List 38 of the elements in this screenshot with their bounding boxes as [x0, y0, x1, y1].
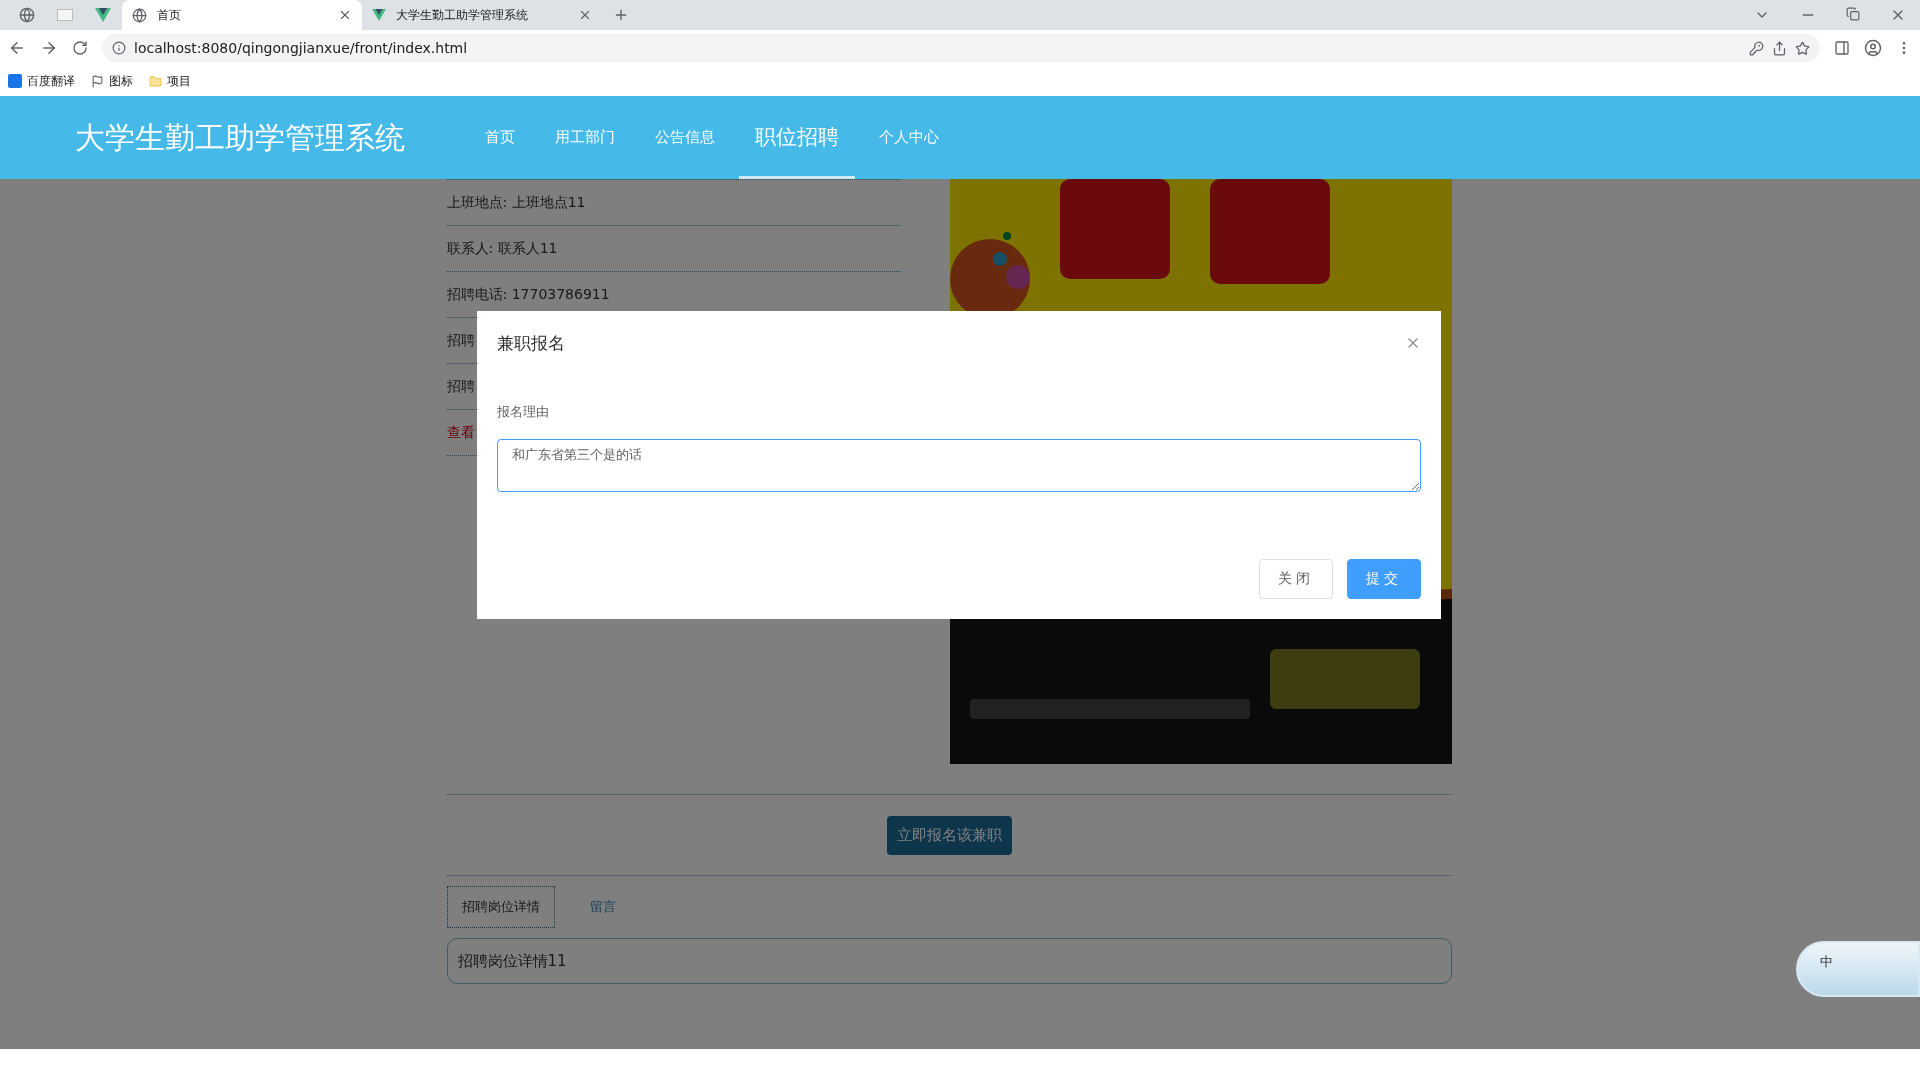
- browser-tab[interactable]: 首页: [122, 0, 362, 30]
- restore-icon[interactable]: [1846, 7, 1860, 23]
- close-button[interactable]: 关闭: [1259, 559, 1333, 599]
- info-icon: [112, 41, 126, 55]
- plus-icon[interactable]: [613, 7, 629, 23]
- v-logo-icon: [372, 9, 386, 21]
- url-text: localhost:8080/qingongjianxue/front/index.html: [134, 40, 469, 56]
- forward-icon[interactable]: [40, 39, 58, 57]
- detail-content: 招聘岗位详情11: [446, 938, 1452, 984]
- back-icon[interactable]: [8, 39, 26, 57]
- globe-icon: [132, 7, 147, 23]
- bookmark[interactable]: 百度翻译: [8, 72, 75, 90]
- ime-widget[interactable]: 中: [1796, 941, 1920, 997]
- reload-icon[interactable]: [72, 40, 88, 56]
- profile-icon[interactable]: [1864, 39, 1882, 57]
- v-logo-icon[interactable]: [95, 8, 111, 22]
- bookmark[interactable]: 图标: [91, 72, 133, 90]
- close-icon[interactable]: [338, 8, 352, 22]
- bookmark[interactable]: 项目: [149, 72, 191, 90]
- detail-field: 联系人: 联系人11: [446, 226, 901, 272]
- tab-title: 大学生勤工助学管理系统: [396, 6, 529, 24]
- globe-icon[interactable]: [19, 7, 35, 23]
- address-bar[interactable]: localhost:8080/qingongjianxue/front/index.html: [102, 34, 1820, 62]
- flag-icon: [91, 74, 104, 88]
- folder-icon: [149, 74, 162, 88]
- field-label: 报名理由: [497, 403, 549, 421]
- tab-title: 首页: [157, 6, 182, 24]
- detail-field: 上班地点: 上班地点11: [446, 180, 901, 226]
- close-icon[interactable]: [578, 8, 592, 22]
- detail-tab[interactable]: 招聘岗位详情: [446, 886, 555, 928]
- side-panel-icon[interactable]: [1834, 40, 1850, 56]
- site-title: 大学生勤工助学管理系统: [75, 119, 405, 157]
- dialog-title: 兼职报名: [497, 331, 565, 355]
- share-icon[interactable]: [1772, 40, 1787, 56]
- key-icon[interactable]: [1749, 40, 1764, 56]
- star-icon[interactable]: [1795, 40, 1810, 56]
- reason-field[interactable]: 和广东省第三个是的话: [497, 439, 1421, 492]
- browser-tab[interactable]: 大学生勤工助学管理系统: [362, 0, 602, 30]
